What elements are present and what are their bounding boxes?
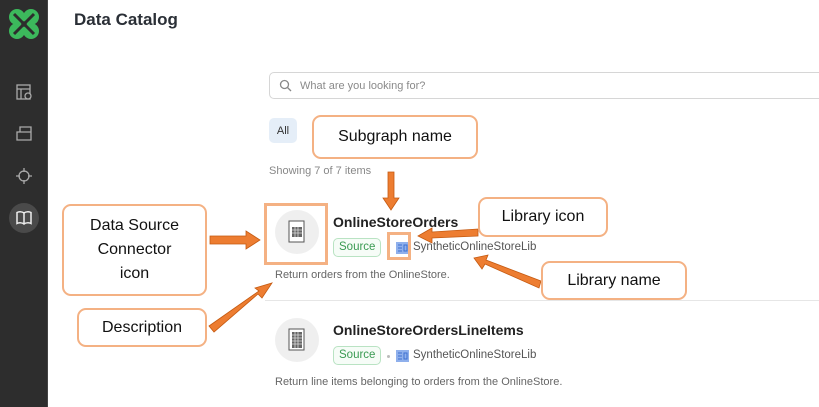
callout-description: Description <box>77 308 207 347</box>
callout-library-icon: Library icon <box>478 197 608 237</box>
callout-library-name: Library name <box>541 261 687 300</box>
arrow-description <box>208 282 273 333</box>
callout-subgraph-name: Subgraph name <box>312 115 478 159</box>
arrow-library-icon <box>417 227 479 244</box>
arrow-connector-icon <box>209 230 261 250</box>
arrow-subgraph-name <box>382 171 400 211</box>
arrow-library-name <box>473 254 542 289</box>
callout-connector-icon: Data Source Connector icon <box>62 204 207 296</box>
